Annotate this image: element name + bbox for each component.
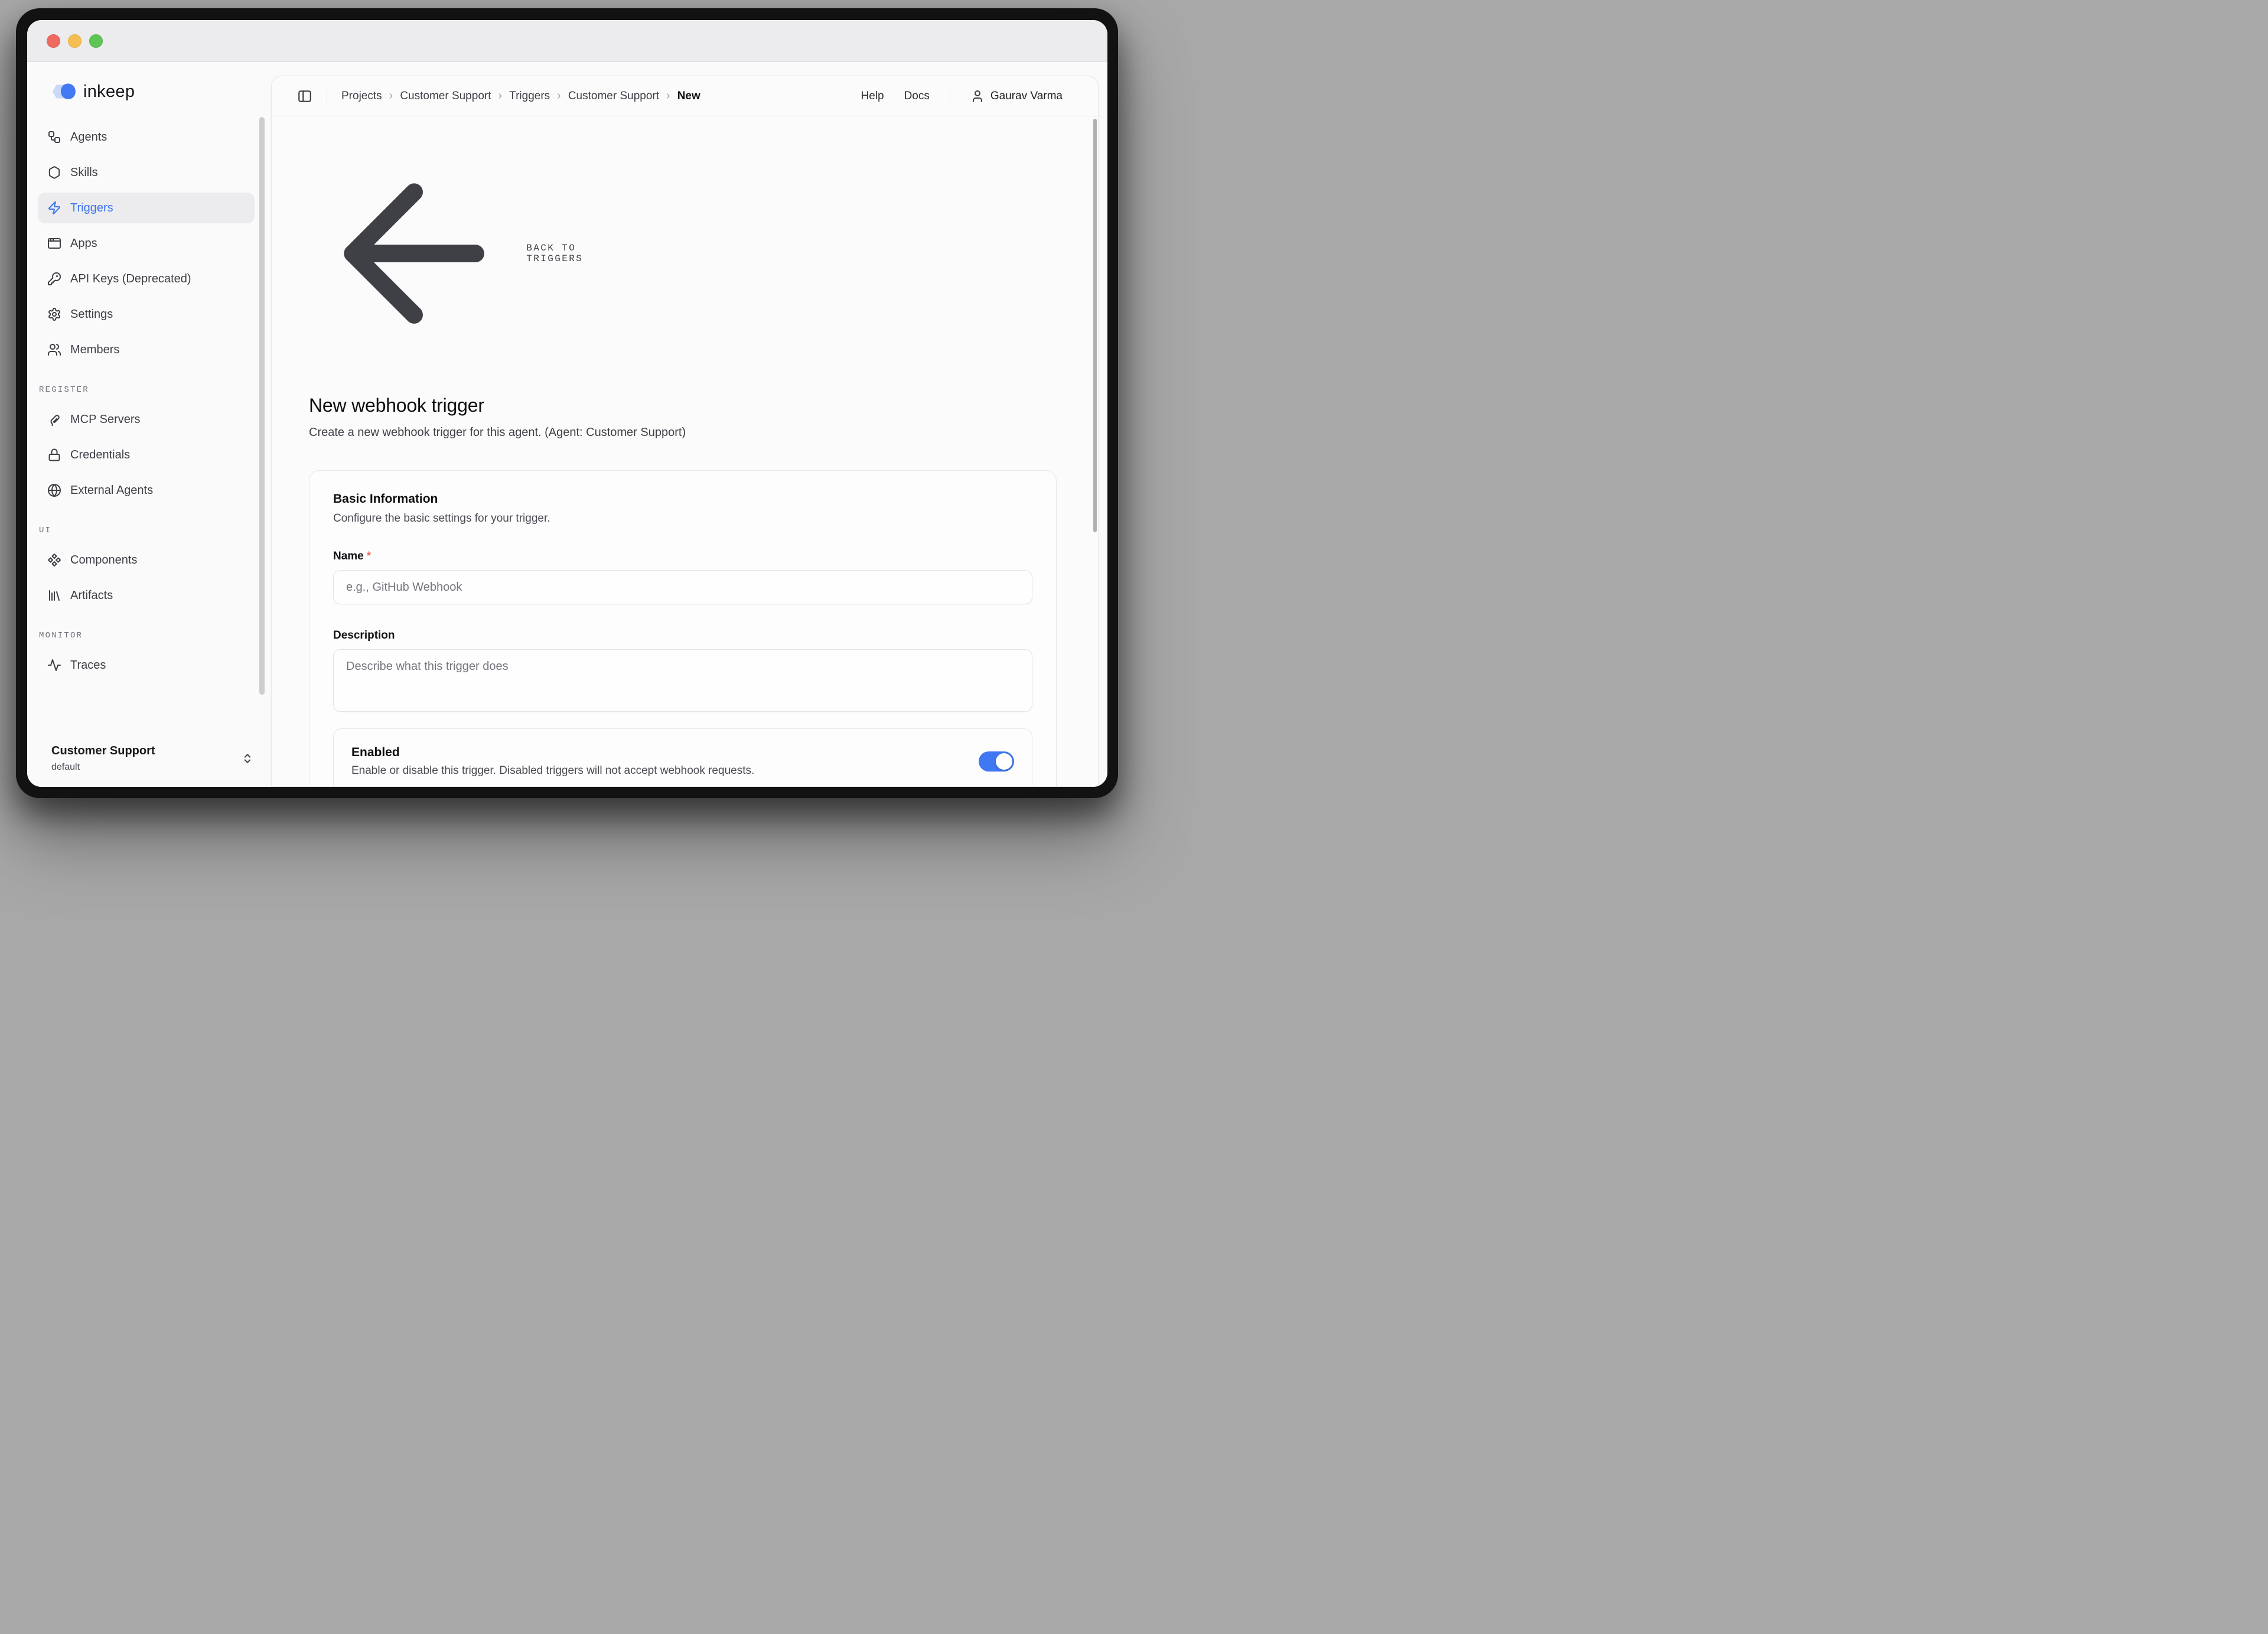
sidebar-item-triggers[interactable]: Triggers — [38, 193, 255, 223]
chevrons-up-down-icon — [242, 753, 253, 764]
name-label: Name* — [333, 550, 1032, 563]
breadcrumb-separator: › — [498, 89, 503, 103]
enabled-setting-card: Enabled Enable or disable this trigger. … — [333, 728, 1032, 787]
sidebar: inkeep Agents Skills — [27, 62, 271, 787]
inkeep-logo-icon — [51, 79, 78, 104]
basic-information-description: Configure the basic settings for your tr… — [333, 512, 1032, 525]
sidebar-item-api-keys[interactable]: API Keys (Deprecated) — [38, 263, 255, 294]
workspace-selector[interactable]: Customer Support default — [51, 744, 253, 773]
breadcrumb-separator: › — [666, 89, 670, 103]
main-panel: Projects › Customer Support › Triggers ›… — [271, 76, 1099, 787]
sidebar-item-label: Artifacts — [70, 589, 113, 603]
help-link[interactable]: Help — [861, 90, 884, 103]
sidebar-item-label: External Agents — [70, 484, 153, 497]
sidebar-item-artifacts[interactable]: Artifacts — [38, 580, 255, 611]
enabled-label: Enabled — [351, 746, 961, 760]
main-header: Projects › Customer Support › Triggers ›… — [272, 76, 1098, 116]
zoom-window-button[interactable] — [89, 34, 103, 48]
sidebar-item-label: Settings — [70, 308, 113, 321]
breadcrumb-projects[interactable]: Projects — [341, 90, 382, 103]
users-icon — [47, 343, 61, 357]
breadcrumb-agent[interactable]: Customer Support — [568, 90, 659, 103]
sidebar-item-credentials[interactable]: Credentials — [38, 440, 255, 470]
sidebar-item-skills[interactable]: Skills — [38, 157, 255, 188]
sidebar-item-external-agents[interactable]: External Agents — [38, 475, 255, 506]
sidebar-item-traces[interactable]: Traces — [38, 650, 255, 681]
sidebar-item-components[interactable]: Components — [38, 545, 255, 575]
name-input[interactable] — [333, 570, 1032, 604]
enabled-description: Enable or disable this trigger. Disabled… — [351, 764, 961, 777]
sidebar-scrollbar[interactable] — [259, 117, 265, 695]
sidebar-nav: Agents Skills Triggers — [27, 122, 271, 681]
library-icon — [47, 588, 61, 603]
sidebar-item-label: Members — [70, 343, 119, 357]
sidebar-item-label: Skills — [70, 166, 98, 180]
sidebar-item-mcp-servers[interactable]: MCP Servers — [38, 404, 255, 435]
sidebar-section-monitor: MONITOR — [39, 631, 271, 640]
sidebar-item-label: Apps — [70, 237, 97, 250]
back-to-triggers-link[interactable]: BACK TO TRIGGERS — [309, 148, 607, 359]
sidebar-item-settings[interactable]: Settings — [38, 299, 255, 330]
main-scrollbar[interactable] — [1093, 119, 1097, 532]
sidebar-item-label: Credentials — [70, 448, 130, 462]
basic-information-title: Basic Information — [333, 492, 1032, 506]
description-label: Description — [333, 629, 1032, 642]
sidebar-item-label: Components — [70, 554, 137, 567]
mcp-icon — [47, 412, 61, 427]
sidebar-item-label: Triggers — [70, 201, 113, 215]
gear-icon — [47, 307, 61, 321]
breadcrumb-customer-support[interactable]: Customer Support — [400, 90, 491, 103]
app-window: inkeep Agents Skills — [27, 20, 1107, 787]
arrow-left-icon — [309, 148, 519, 359]
page-title: New webhook trigger — [309, 395, 1057, 416]
sidebar-item-label: Traces — [70, 659, 106, 672]
back-link-label: BACK TO TRIGGERS — [526, 243, 607, 264]
sidebar-section-register: REGISTER — [39, 385, 271, 395]
key-icon — [47, 272, 61, 286]
sidebar-toggle-button[interactable] — [297, 89, 312, 104]
breadcrumb-triggers[interactable]: Triggers — [509, 90, 550, 103]
activity-icon — [47, 658, 61, 672]
workspace-environment: default — [51, 762, 155, 773]
zap-icon — [47, 201, 61, 215]
toggle-knob — [996, 753, 1012, 770]
sidebar-section-ui: UI — [39, 526, 271, 535]
user-name: Gaurav Varma — [990, 90, 1063, 103]
close-window-button[interactable] — [47, 34, 60, 48]
lock-icon — [47, 448, 61, 462]
breadcrumb: Projects › Customer Support › Triggers ›… — [341, 89, 700, 103]
required-marker: * — [367, 550, 371, 562]
basic-information-card: Basic Information Configure the basic se… — [309, 470, 1057, 787]
sidebar-item-label: Agents — [70, 131, 107, 144]
sidebar-item-label: MCP Servers — [70, 413, 141, 427]
breadcrumb-separator: › — [557, 89, 561, 103]
sidebar-item-apps[interactable]: Apps — [38, 228, 255, 259]
workflow-icon — [47, 130, 61, 144]
minimize-window-button[interactable] — [68, 34, 82, 48]
workspace-name: Customer Support — [51, 744, 155, 758]
docs-link[interactable]: Docs — [904, 90, 930, 103]
sidebar-item-agents[interactable]: Agents — [38, 122, 255, 152]
breadcrumb-separator: › — [389, 89, 393, 103]
enabled-toggle[interactable] — [979, 751, 1014, 772]
user-icon — [970, 89, 985, 103]
breadcrumb-new: New — [677, 90, 700, 103]
macos-titlebar — [27, 20, 1107, 62]
globe-icon — [47, 483, 61, 497]
hexagon-icon — [47, 165, 61, 180]
logo-wordmark: inkeep — [83, 82, 135, 102]
description-input[interactable] — [333, 649, 1032, 712]
sidebar-item-members[interactable]: Members — [38, 334, 255, 365]
inkeep-logo[interactable]: inkeep — [51, 79, 271, 105]
page-subtitle: Create a new webhook trigger for this ag… — [309, 426, 1057, 440]
sidebar-item-label: API Keys (Deprecated) — [70, 272, 191, 286]
component-icon — [47, 553, 61, 567]
user-menu[interactable]: Gaurav Varma — [970, 89, 1063, 103]
app-window-icon — [47, 236, 61, 250]
